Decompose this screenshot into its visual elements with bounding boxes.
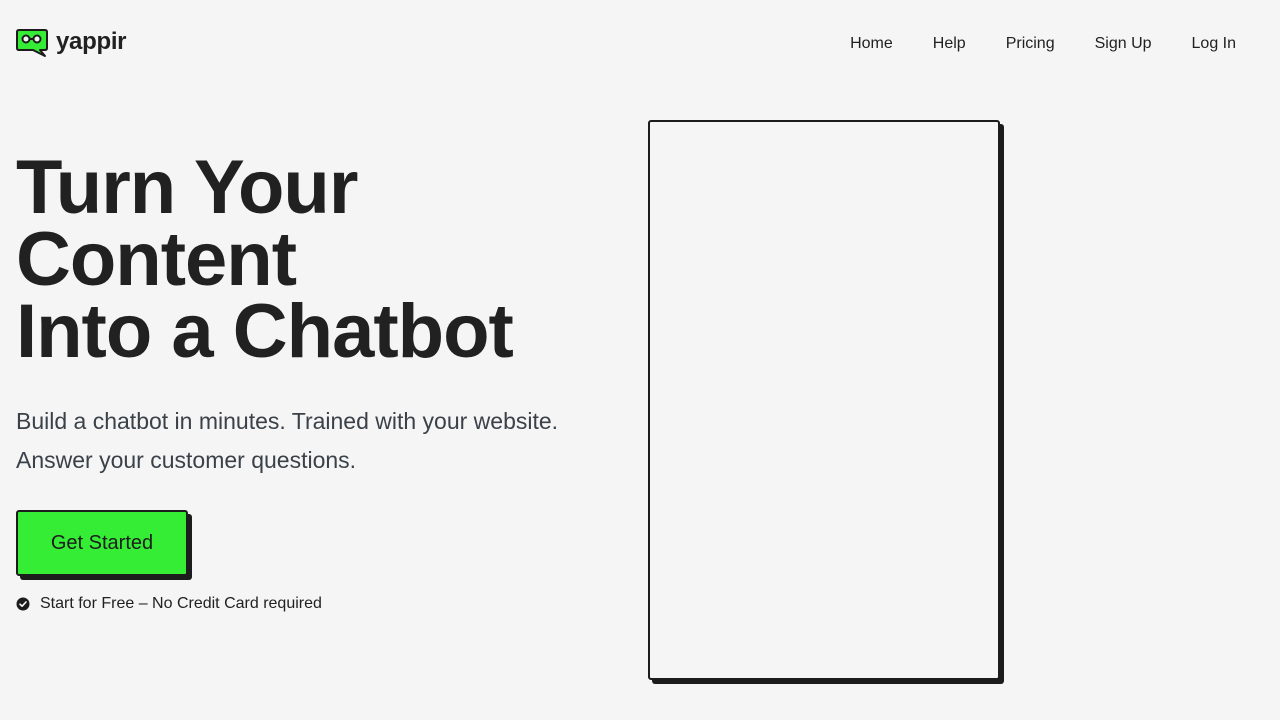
check-circle-icon: [16, 597, 30, 611]
nav-log-in[interactable]: Log In: [1172, 32, 1256, 56]
chat-bubble-eyes-icon: [16, 29, 48, 57]
main-nav: Home Help Pricing Sign Up Log In: [830, 32, 1256, 56]
get-started-button[interactable]: Get Started: [16, 510, 188, 576]
nav-sign-up[interactable]: Sign Up: [1075, 32, 1172, 56]
chat-preview-frame[interactable]: [648, 120, 1000, 680]
hero-subtitle-line-2: Answer your customer questions.: [16, 447, 357, 473]
brand-name: yappir: [56, 28, 127, 55]
hero-title-line-3: Into a Chatbot: [16, 289, 514, 374]
nav-home[interactable]: Home: [830, 32, 913, 56]
hero-title-line-1: Turn Your: [16, 145, 358, 230]
free-note-text: Start for Free – No Credit Card required: [40, 595, 322, 612]
free-note: Start for Free – No Credit Card required: [16, 594, 322, 614]
nav-pricing[interactable]: Pricing: [986, 32, 1075, 56]
hero-subtitle: Build a chatbot in minutes. Trained with…: [16, 402, 616, 480]
nav-help[interactable]: Help: [913, 32, 986, 56]
hero-title: Turn Your Content Into a Chatbot: [16, 145, 514, 374]
brand-logo-link[interactable]: yappir: [16, 26, 127, 58]
hero-subtitle-line-1: Build a chatbot in minutes. Trained with…: [16, 408, 559, 434]
hero-title-line-2: Content: [16, 217, 297, 302]
